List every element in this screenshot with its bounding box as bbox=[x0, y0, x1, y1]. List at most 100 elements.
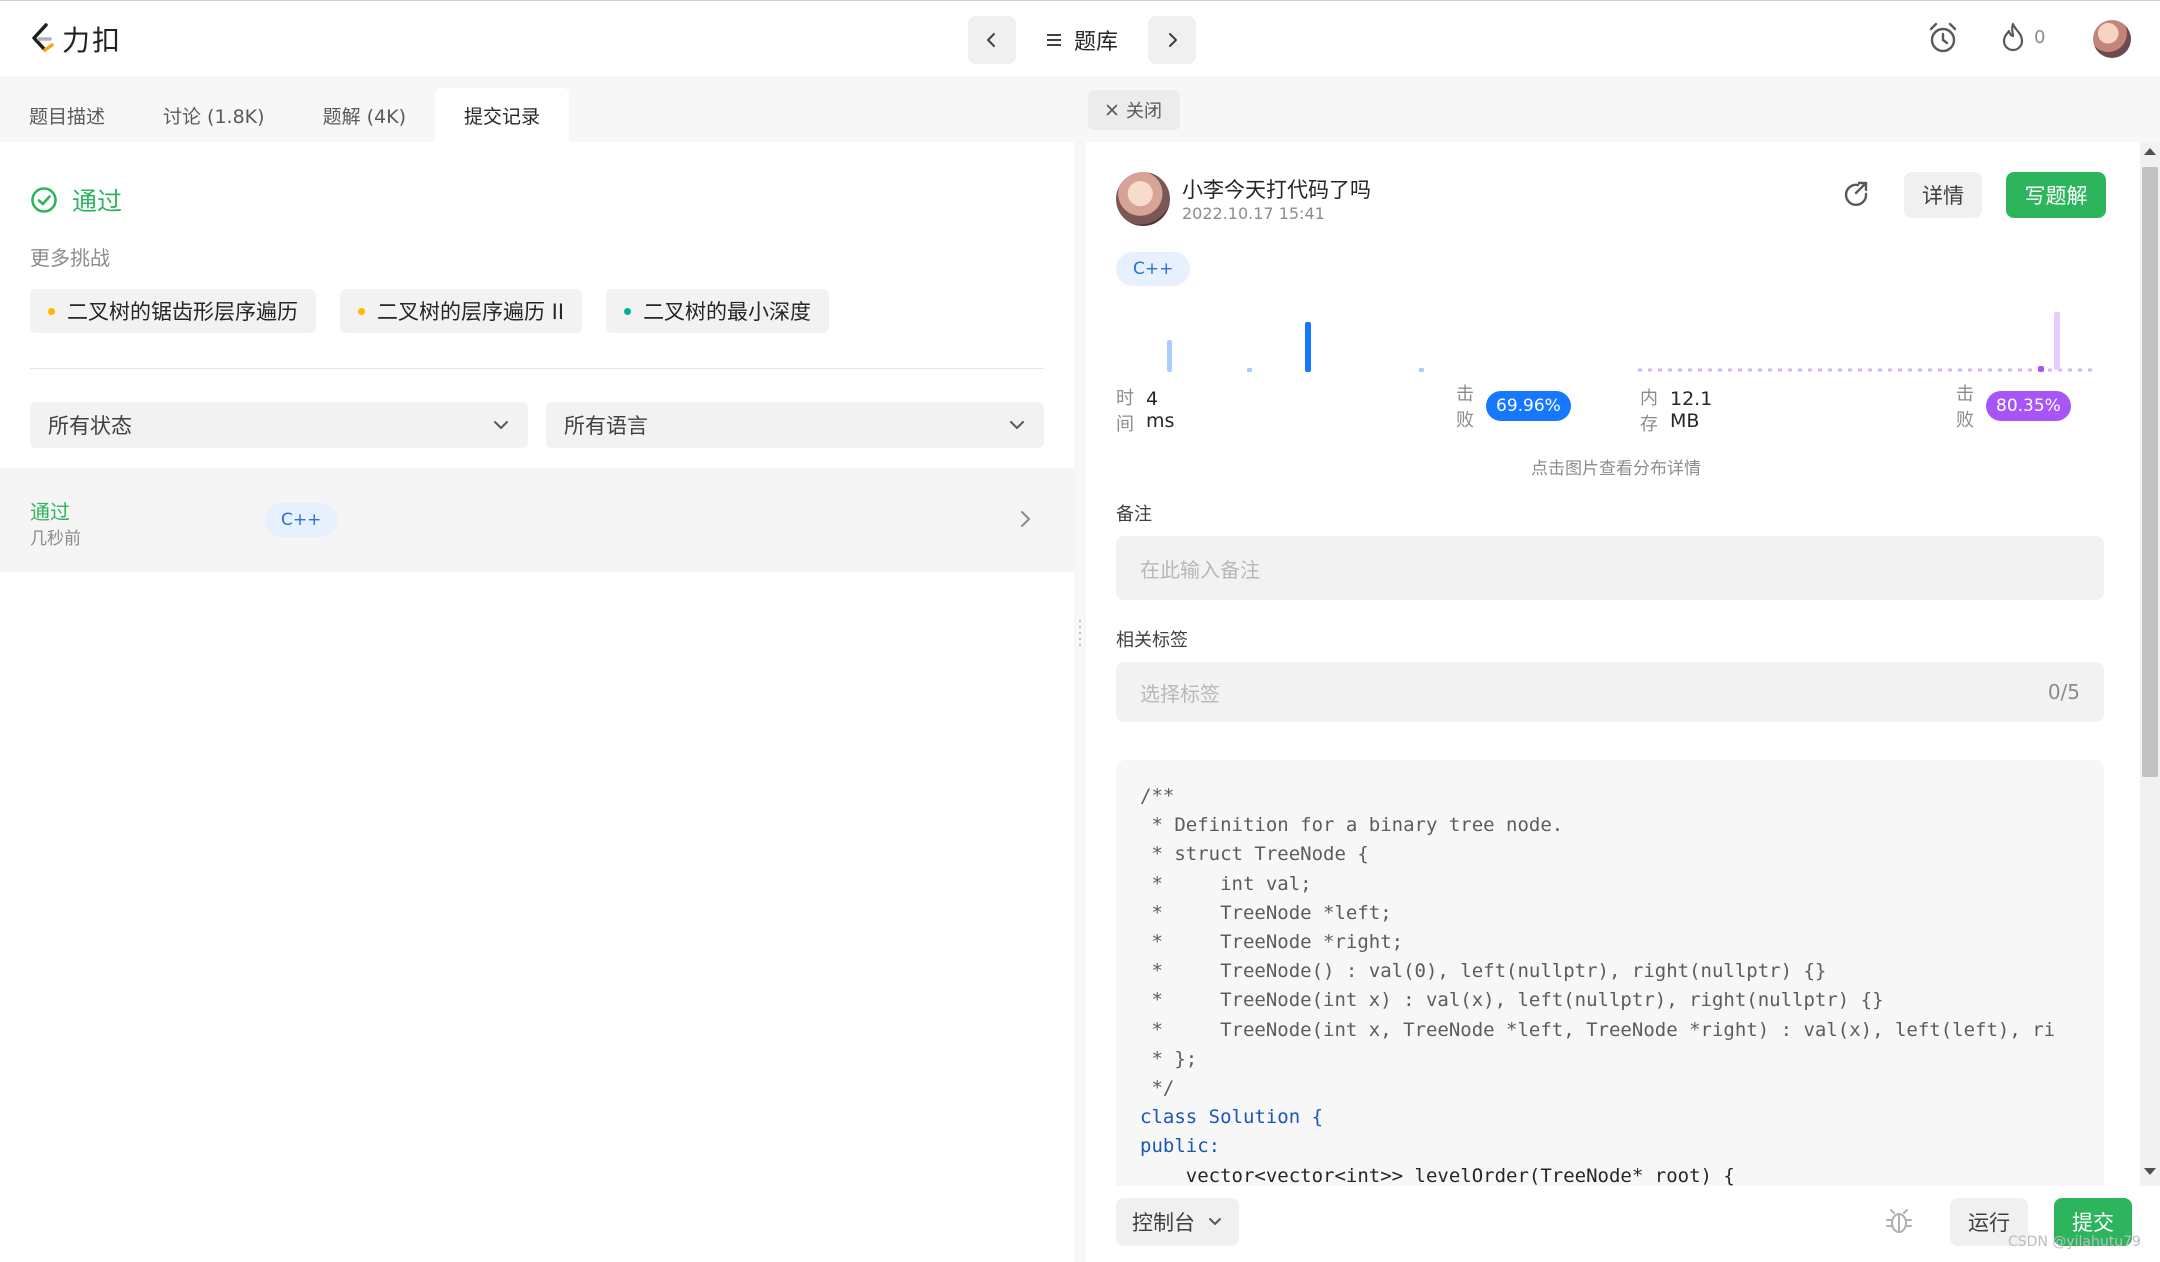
runtime-value: 4 ms bbox=[1146, 388, 1175, 432]
problem-list-button[interactable]: 题库 bbox=[1016, 24, 1148, 56]
language-filter-value: 所有语言 bbox=[564, 414, 648, 438]
panel-splitter[interactable] bbox=[1074, 76, 1086, 1262]
code-line: * TreeNode *left; bbox=[1140, 901, 1392, 924]
code-line: * TreeNode *right; bbox=[1140, 931, 1404, 954]
watermark: CSDN @yilahutu79 bbox=[2008, 1234, 2141, 1250]
status-filter-value: 所有状态 bbox=[48, 414, 132, 438]
difficulty-dot bbox=[48, 307, 55, 315]
submission-status[interactable]: 通过 bbox=[30, 496, 70, 525]
splitter-handle[interactable] bbox=[1079, 620, 1081, 646]
user-avatar[interactable] bbox=[2093, 20, 2131, 58]
tags-select[interactable]: 选择标签 0/5 bbox=[1116, 662, 2104, 722]
scrollbar-thumb[interactable] bbox=[2142, 167, 2158, 777]
memory-beat-label: 击败 bbox=[1956, 384, 1974, 431]
memory-distribution-chart[interactable] bbox=[1636, 308, 2106, 378]
accepted-status: 通过 bbox=[30, 182, 122, 218]
leetcode-logo-icon bbox=[32, 23, 54, 52]
runtime-beat: 击败 69.96% bbox=[1456, 380, 1571, 432]
close-label: 关闭 bbox=[1126, 101, 1162, 122]
close-icon bbox=[1106, 104, 1118, 116]
chevron-down-icon bbox=[1209, 1218, 1221, 1225]
challenge-chip[interactable]: 二叉树的最小深度 bbox=[606, 289, 830, 333]
console-button[interactable]: 控制台 bbox=[1116, 1198, 1239, 1246]
streak-count: 0 bbox=[2034, 26, 2046, 48]
status-filter-select[interactable]: 所有状态 bbox=[30, 402, 528, 448]
top-header: 力扣 题库 0 bbox=[0, 0, 2160, 76]
tab-solutions[interactable]: 题解 (4K) bbox=[294, 88, 435, 142]
challenge-label: 二叉树的最小深度 bbox=[643, 300, 812, 324]
more-challenges-label: 更多挑战 bbox=[30, 246, 110, 270]
challenge-chip[interactable]: 二叉树的锯齿形层序遍历 bbox=[30, 289, 316, 333]
memory-label: 内存 bbox=[1640, 388, 1658, 435]
tab-discussion[interactable]: 讨论 (1.8K) bbox=[134, 88, 294, 142]
runtime-distribution-chart[interactable] bbox=[1116, 308, 1616, 378]
author-name[interactable]: 小李今天打代码了吗 bbox=[1182, 174, 1371, 204]
submissions-panel: 通过 更多挑战 二叉树的锯齿形层序遍历 二叉树的层序遍历 II 二叉树的最小深度… bbox=[0, 142, 1074, 1262]
submission-language-badge: C++ bbox=[264, 503, 339, 537]
challenge-chip[interactable]: 二叉树的层序遍历 II bbox=[340, 289, 583, 333]
chevron-right-icon bbox=[1169, 33, 1178, 47]
difficulty-dot bbox=[358, 307, 365, 315]
memory-beat: 击败 80.35% bbox=[1956, 380, 2071, 432]
note-placeholder: 在此输入备注 bbox=[1140, 557, 1260, 582]
challenge-label: 二叉树的层序遍历 II bbox=[377, 300, 565, 324]
code-line: * }; bbox=[1140, 1047, 1198, 1070]
submission-detail-panel: 小李今天打代码了吗 2022.10.17 15:41 详情 写题解 C++ 时间… bbox=[1086, 142, 2140, 1262]
left-tabs: 题目描述 讨论 (1.8K) 题解 (4K) 提交记录 bbox=[0, 88, 569, 142]
tags-placeholder: 选择标签 bbox=[1140, 681, 1220, 706]
divider bbox=[30, 368, 1044, 369]
scroll-up-arrow-icon[interactable] bbox=[2144, 148, 2156, 155]
code-line: * TreeNode(int x) : val(x), left(nullptr… bbox=[1140, 989, 1884, 1012]
memory-value: 12.1 MB bbox=[1670, 388, 1713, 432]
detail-button[interactable]: 详情 bbox=[1904, 172, 1982, 218]
code-line: * Definition for a binary tree node. bbox=[1140, 814, 1564, 837]
debug-bug-icon[interactable] bbox=[1884, 1206, 1914, 1236]
code-line: * TreeNode(int x, TreeNode *left, TreeNo… bbox=[1140, 1018, 2056, 1041]
write-solution-button[interactable]: 写题解 bbox=[2006, 172, 2106, 218]
tags-count: 0/5 bbox=[2047, 680, 2080, 704]
difficulty-dot bbox=[624, 307, 632, 315]
chevron-left-icon bbox=[987, 33, 995, 47]
chevron-down-icon bbox=[494, 421, 508, 429]
alarm-clock-icon bbox=[1929, 22, 1957, 53]
timer-button[interactable] bbox=[1926, 21, 1960, 59]
code-line: public: bbox=[1140, 1135, 1221, 1158]
tab-description[interactable]: 题目描述 bbox=[0, 88, 134, 142]
console-label: 控制台 bbox=[1132, 1211, 1195, 1235]
code-line: * struct TreeNode { bbox=[1140, 843, 1369, 866]
code-viewer[interactable]: /** * Definition for a binary tree node.… bbox=[1116, 760, 2104, 1220]
problem-list-label: 题库 bbox=[1074, 30, 1119, 55]
next-problem-button[interactable] bbox=[1148, 16, 1197, 64]
scroll-down-arrow-icon[interactable] bbox=[2144, 1168, 2156, 1175]
submission-date: 2022.10.17 15:41 bbox=[1182, 204, 1325, 223]
code-line: * int val; bbox=[1140, 872, 1312, 895]
share-icon[interactable] bbox=[1842, 180, 1872, 210]
code-line: */ bbox=[1140, 1077, 1175, 1100]
code-line: class Solution { bbox=[1140, 1106, 1324, 1129]
bottom-action-bar: 控制台 运行 提交 bbox=[1086, 1186, 2160, 1262]
memory-beat-badge: 80.35% bbox=[1986, 391, 2071, 421]
problem-nav: 题库 bbox=[968, 16, 1197, 64]
note-label: 备注 bbox=[1116, 504, 1152, 525]
challenge-label: 二叉树的锯齿形层序遍历 bbox=[67, 300, 298, 324]
submission-row[interactable]: 通过 几秒前 C++ bbox=[0, 468, 1074, 572]
close-detail-button[interactable]: 关闭 bbox=[1088, 90, 1180, 130]
logo[interactable]: 力扣 bbox=[30, 19, 122, 59]
runtime-stat: 时间 4 ms bbox=[1116, 384, 1174, 436]
language-filter-select[interactable]: 所有语言 bbox=[546, 402, 1044, 448]
code-line: /** bbox=[1140, 785, 1175, 807]
check-circle-icon bbox=[31, 187, 57, 213]
author-avatar[interactable] bbox=[1116, 172, 1170, 226]
streak-counter[interactable]: 0 bbox=[2000, 21, 2045, 53]
fire-icon bbox=[2002, 22, 2024, 52]
logo-text: 力扣 bbox=[62, 24, 123, 57]
tab-submissions[interactable]: 提交记录 bbox=[434, 88, 569, 142]
prev-problem-button[interactable] bbox=[968, 16, 1016, 64]
language-badge: C++ bbox=[1116, 252, 1191, 286]
chart-caption: 点击图片查看分布详情 bbox=[1531, 459, 1701, 479]
code-block: /** * Definition for a binary tree node.… bbox=[1140, 782, 2055, 1191]
memory-stat: 内存 12.1 MB bbox=[1640, 384, 1712, 436]
chevron-right-icon[interactable] bbox=[1016, 508, 1036, 530]
note-input[interactable]: 在此输入备注 bbox=[1116, 536, 2104, 600]
code-line: * TreeNode() : val(0), left(nullptr), ri… bbox=[1140, 960, 1827, 983]
